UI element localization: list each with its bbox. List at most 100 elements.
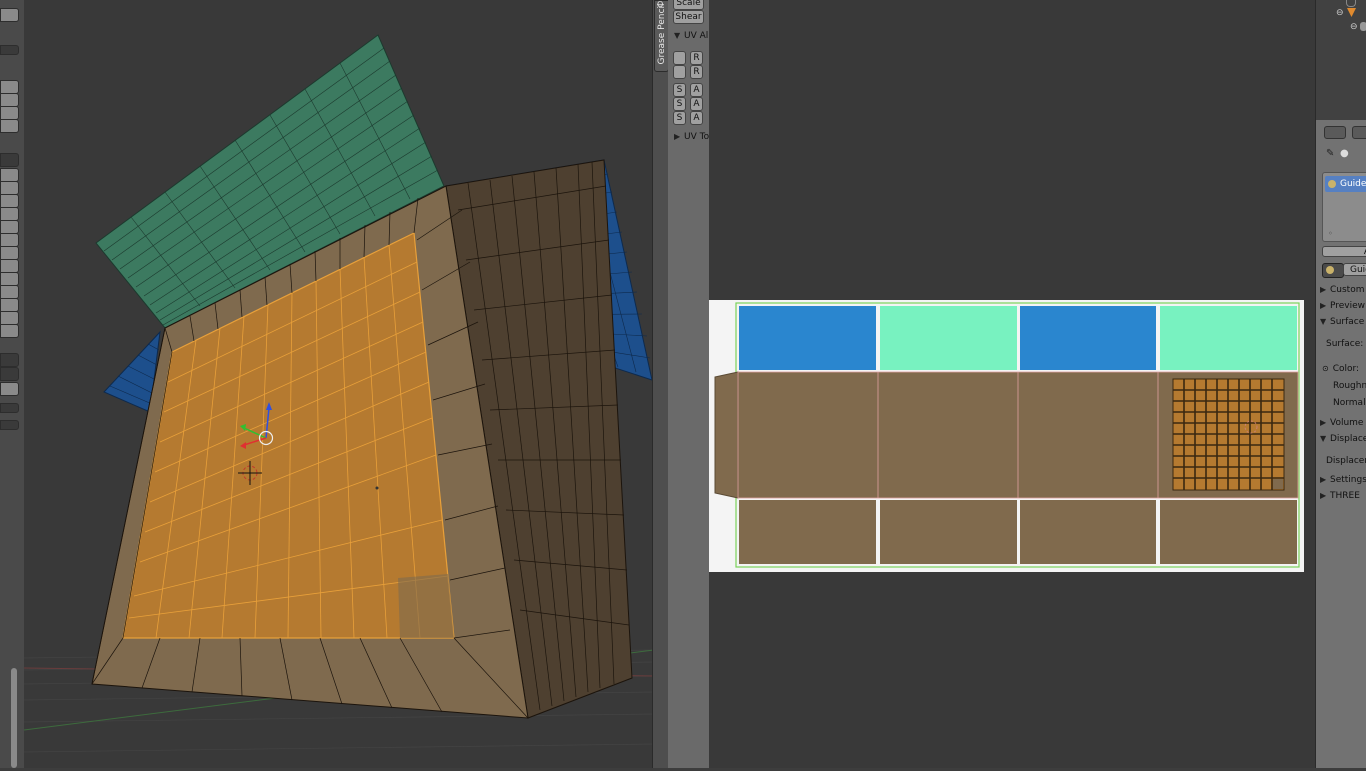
uv-tools-panel-header[interactable]: ▶ UV To <box>674 132 709 142</box>
panel-displacement-label: Displace <box>1330 434 1366 444</box>
displacement-field-label: Displacem <box>1326 456 1366 466</box>
material-name-field[interactable]: Guid <box>1343 263 1366 276</box>
tool-button[interactable] <box>0 181 19 195</box>
shear-button[interactable]: Shear <box>673 10 704 24</box>
tab-grease-pencil[interactable]: Grease Pencil <box>654 0 669 72</box>
panel-grip[interactable] <box>0 420 19 430</box>
material-tab-icon[interactable]: ● <box>1340 148 1349 159</box>
scale-button[interactable]: Scale <box>673 0 704 10</box>
tool-button[interactable] <box>0 194 19 208</box>
socket-icon[interactable]: ⊙ <box>1322 364 1329 373</box>
panel-volume-label: Volume <box>1330 418 1364 428</box>
tool-button[interactable] <box>0 8 19 22</box>
normal-field-label: Normal: <box>1333 398 1366 408</box>
material-icon <box>1360 22 1366 31</box>
align-s-button[interactable]: S <box>673 111 686 125</box>
stepper-field[interactable] <box>0 153 19 167</box>
uv-tool-shelf: Scale Shear ▼ UV Ali R R S S S A A A ▶ UV … <box>668 0 711 768</box>
tool-button[interactable] <box>0 272 19 286</box>
tool-button[interactable] <box>0 298 19 312</box>
tool-button[interactable] <box>0 259 19 273</box>
align-s-button[interactable]: S <box>673 97 686 111</box>
panel-volume-header[interactable]: ▶ Volume <box>1316 418 1366 428</box>
panel-custom-header[interactable]: ▶ Custom <box>1316 285 1366 295</box>
tab-grease-pencil-label: Grease Pencil <box>657 3 667 65</box>
object-icon[interactable] <box>1346 0 1356 7</box>
material-slot-list[interactable]: Guide ◦ <box>1322 172 1366 242</box>
uv-canvas <box>709 300 1304 572</box>
uv-align-panel-header[interactable]: ▼ UV Ali <box>674 31 711 41</box>
uv-island-bottom <box>1020 500 1156 564</box>
panel-custom-label: Custom <box>1330 285 1365 295</box>
stepper-field[interactable] <box>0 367 19 381</box>
panel-preview-header[interactable]: ▶ Preview <box>1316 301 1366 311</box>
uv-island-blue <box>1020 306 1156 370</box>
align-toggle[interactable] <box>673 65 686 79</box>
surface-field-label: Surface: <box>1326 339 1364 349</box>
mesh-icon[interactable] <box>1347 8 1356 17</box>
expand-icon[interactable]: ⊖ <box>1350 22 1358 32</box>
uv-island-bottom <box>1160 500 1297 564</box>
left-tool-strip <box>0 0 25 768</box>
expand-icon[interactable]: ⊖ <box>1336 8 1344 18</box>
tool-button[interactable] <box>0 311 19 325</box>
tool-button[interactable] <box>0 119 19 133</box>
tool-button[interactable] <box>0 382 19 396</box>
align-a-button[interactable]: A <box>690 97 703 111</box>
panel-settings-label: Settings <box>1330 475 1366 485</box>
tool-button[interactable] <box>0 285 19 299</box>
align-a-button[interactable]: A <box>690 83 703 97</box>
selected-uv-grid <box>1172 378 1285 491</box>
panel-grip[interactable] <box>0 45 19 55</box>
uv-island-mint <box>1160 306 1297 370</box>
tool-button[interactable] <box>0 220 19 234</box>
unselected-face <box>398 574 454 638</box>
material-sphere-icon <box>1326 266 1334 274</box>
material-browse-button[interactable] <box>1322 263 1344 278</box>
uv-align-label: UV Ali <box>684 31 711 41</box>
panel-three-label: THREE <box>1330 491 1360 501</box>
align-s-button[interactable]: S <box>673 83 686 97</box>
panel-three-header[interactable]: ▶ THREE <box>1316 491 1366 501</box>
stepper-field[interactable] <box>0 353 19 367</box>
tool-button[interactable] <box>0 246 19 260</box>
assign-button[interactable]: A <box>1322 246 1366 257</box>
uv-island-bottom <box>880 500 1017 564</box>
uv-island-bottom <box>739 500 876 564</box>
align-r-button[interactable]: R <box>690 51 703 65</box>
panel-settings-header[interactable]: ▶ Settings <box>1316 475 1366 485</box>
context-dropdown[interactable] <box>1324 126 1346 139</box>
material-slot-selected[interactable]: Guide <box>1325 176 1366 192</box>
median-point <box>375 486 379 490</box>
scrollbar[interactable] <box>11 668 17 768</box>
tool-button[interactable] <box>0 324 19 338</box>
tool-button[interactable] <box>0 168 19 182</box>
tool-button[interactable] <box>0 106 19 120</box>
tool-button[interactable] <box>0 233 19 247</box>
align-r-button[interactable]: R <box>690 65 703 79</box>
align-toggle[interactable] <box>673 51 686 65</box>
outliner[interactable]: ⊖ ⊖ <box>1316 0 1366 120</box>
tool-button[interactable] <box>0 207 19 221</box>
roughness-field-label: Roughne <box>1333 381 1366 391</box>
color-field-label: Color: <box>1332 364 1360 374</box>
tool-button[interactable] <box>0 80 19 94</box>
color-field-row[interactable]: ⊙ Color: <box>1316 364 1366 374</box>
tool-button[interactable] <box>0 93 19 107</box>
panel-surface-header[interactable]: ▼ Surface <box>1316 317 1366 327</box>
properties-editor: ⊖ ⊖ ✎ ● Guide ◦ A Guid ▶Custom ▶Preview … <box>1315 0 1366 768</box>
material-slot-name: Guide <box>1340 179 1366 189</box>
panel-grip[interactable] <box>0 403 19 413</box>
view-dropdown[interactable] <box>1352 126 1366 139</box>
uv-island-side <box>714 371 739 499</box>
uv-island-blue <box>739 306 876 370</box>
pin-icon[interactable]: ✎ <box>1326 148 1334 159</box>
uv-editor[interactable] <box>709 0 1315 768</box>
align-a-button[interactable]: A <box>690 111 703 125</box>
panel-displacement-header[interactable]: ▼ Displace <box>1316 434 1366 444</box>
list-grip-icon[interactable]: ◦ <box>1328 229 1333 238</box>
uv-island-mint <box>880 306 1017 370</box>
mesh-view <box>24 34 654 753</box>
3d-viewport[interactable] <box>24 0 654 768</box>
tab-top-label: O <box>657 0 664 9</box>
